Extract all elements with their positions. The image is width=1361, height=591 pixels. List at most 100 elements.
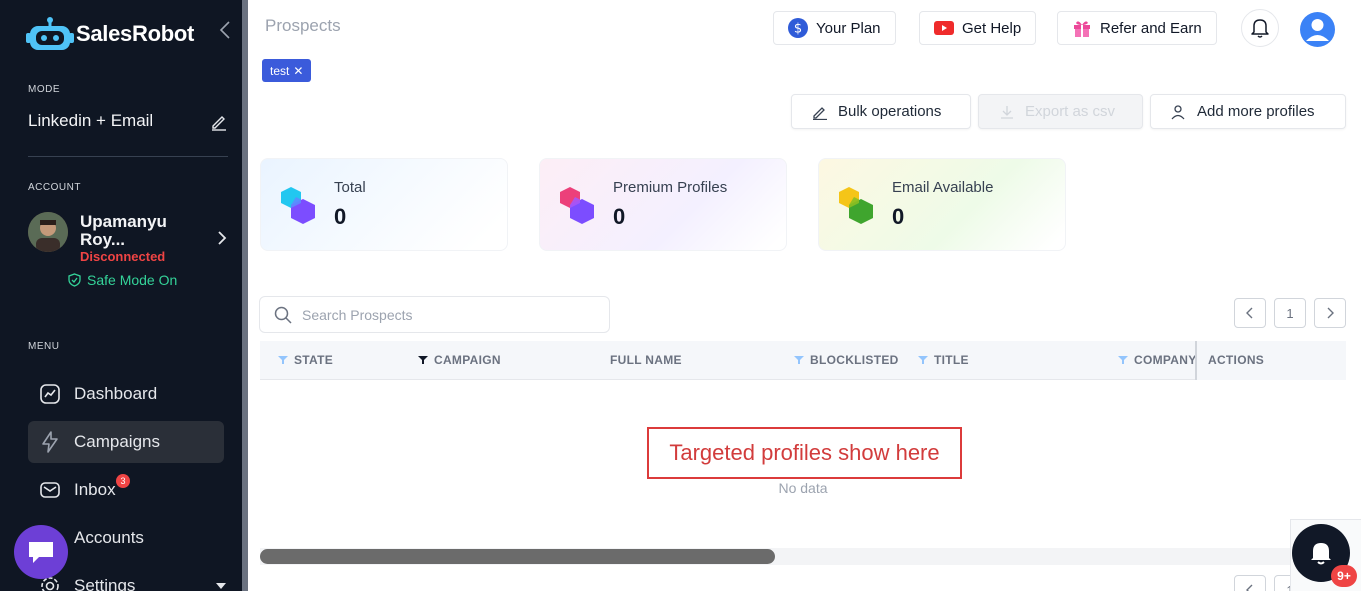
column-header-label: TITLE xyxy=(934,353,969,367)
stat-email-label: Email Available xyxy=(892,179,994,196)
column-header-label: CAMPAIGN xyxy=(434,353,501,367)
pagination-prev-button[interactable] xyxy=(1234,298,1266,328)
your-plan-button[interactable]: $ Your Plan xyxy=(773,11,896,45)
robot-logo-icon xyxy=(26,17,74,50)
user-profile-button[interactable] xyxy=(1300,12,1335,47)
divider xyxy=(28,156,228,157)
stat-total-label: Total xyxy=(334,179,366,196)
sidebar-scrollbar[interactable] xyxy=(242,0,248,591)
hexagon-cubes-icon xyxy=(560,187,594,224)
mail-icon xyxy=(40,482,60,498)
export-csv-button[interactable]: Export as csv xyxy=(978,94,1143,129)
collapse-sidebar-button[interactable] xyxy=(218,20,234,40)
stat-card-total: Total 0 xyxy=(260,158,508,251)
pagination-next-button[interactable] xyxy=(1314,298,1346,328)
your-plan-label: Your Plan xyxy=(816,19,881,37)
chat-support-button[interactable] xyxy=(14,525,68,579)
sidebar-item-dashboard[interactable]: Dashboard xyxy=(28,373,224,415)
filter-tag-label: test xyxy=(270,63,290,78)
sidebar-item-label: Settings xyxy=(74,576,136,591)
stat-premium-label: Premium Profiles xyxy=(613,179,728,196)
mode-value: Linkedin + Email xyxy=(28,111,154,130)
column-header-full-name[interactable]: FULL NAME xyxy=(610,353,682,367)
account-name: Upamanyu Roy... xyxy=(80,212,167,249)
sidebar-scrollbar-thumb[interactable] xyxy=(242,0,248,591)
notification-count-badge: 9+ xyxy=(1331,565,1357,587)
sidebar-item-campaigns[interactable]: Campaigns xyxy=(28,421,224,463)
column-header-label: COMPANY xyxy=(1134,353,1197,367)
add-user-icon xyxy=(1171,104,1185,119)
brand-logo[interactable]: SalesRobot xyxy=(26,16,194,52)
safe-mode-label: Safe Mode On xyxy=(87,272,178,288)
column-header-campaign[interactable]: CAMPAIGN xyxy=(418,353,501,367)
lightning-icon xyxy=(42,431,58,453)
shield-check-icon xyxy=(68,273,81,287)
pagination-page-button[interactable]: 1 xyxy=(1274,298,1306,328)
search-input[interactable] xyxy=(302,306,582,323)
refer-and-earn-button[interactable]: Refer and Earn xyxy=(1057,11,1217,45)
brand-name: SalesRobot xyxy=(76,21,195,46)
annotation-box: Targeted profiles show here xyxy=(647,427,962,479)
sidebar: SalesRobot MODE Linkedin + Email ACCOUNT… xyxy=(0,0,242,591)
chat-bubble-icon xyxy=(29,542,53,563)
column-header-label: ACTIONS xyxy=(1208,353,1265,367)
edit-icon xyxy=(813,106,827,120)
avatar-photo-icon xyxy=(28,212,68,252)
bulk-operations-button[interactable]: Bulk operations xyxy=(791,94,971,129)
stat-card-email: Email Available 0 xyxy=(818,158,1066,251)
filter-tag: test ✕ xyxy=(262,59,312,82)
column-header-state[interactable]: STATE xyxy=(278,353,333,367)
page-title: Prospects xyxy=(265,16,341,35)
search-icon xyxy=(274,306,292,324)
table-header: STATE CAMPAIGN FULL NAME BLOCKLISTED TIT… xyxy=(260,341,1346,380)
menu-section-label: MENU xyxy=(28,341,60,352)
sidebar-item-label: Dashboard xyxy=(74,384,158,403)
gift-icon xyxy=(1074,21,1090,37)
get-help-button[interactable]: Get Help xyxy=(919,11,1037,45)
column-header-title[interactable]: TITLE xyxy=(918,353,969,367)
dollar-icon: $ xyxy=(788,18,808,38)
stat-premium-value: 0 xyxy=(613,204,626,229)
hexagon-cubes-icon xyxy=(839,187,873,224)
bottom-pagination-prev-button[interactable] xyxy=(1234,575,1266,591)
chevron-left-icon xyxy=(1246,307,1253,319)
sidebar-item-label: Inbox xyxy=(74,480,116,499)
user-avatar-icon xyxy=(1306,19,1329,41)
column-header-label: STATE xyxy=(294,353,334,367)
stat-email-value: 0 xyxy=(892,204,905,229)
bell-icon xyxy=(1251,19,1269,38)
table-horizontal-scrollbar[interactable] xyxy=(260,548,1290,565)
remove-filter-close-icon[interactable]: ✕ xyxy=(293,64,303,78)
sidebar-item-label: Accounts xyxy=(74,528,144,547)
column-header-actions: ACTIONS xyxy=(1195,341,1346,380)
add-more-profiles-button[interactable]: Add more profiles xyxy=(1150,94,1346,129)
chevron-left-icon xyxy=(1246,584,1253,591)
add-more-profiles-label: Add more profiles xyxy=(1197,103,1315,120)
account-section-label: ACCOUNT xyxy=(28,182,81,193)
download-icon xyxy=(1001,105,1013,119)
sidebar-item-inbox[interactable]: Inbox 3 xyxy=(28,469,224,511)
edit-mode-icon[interactable] xyxy=(210,113,228,131)
notifications-button[interactable] xyxy=(1241,9,1279,47)
svg-text:$: $ xyxy=(794,22,802,37)
stat-card-premium: Premium Profiles 0 xyxy=(539,158,787,251)
bulk-operations-label: Bulk operations xyxy=(838,103,942,120)
scrollbar-thumb[interactable] xyxy=(260,549,775,564)
filter-icon xyxy=(918,356,928,364)
safe-mode-indicator: Safe Mode On xyxy=(68,272,177,288)
column-header-company[interactable]: COMPANY xyxy=(1118,353,1197,367)
chevron-right-icon xyxy=(1327,307,1334,319)
search-box xyxy=(259,296,610,333)
export-csv-label: Export as csv xyxy=(1025,103,1116,120)
refer-and-earn-label: Refer and Earn xyxy=(1100,19,1202,37)
column-header-label: BLOCKLISTED xyxy=(810,353,899,367)
hexagon-cubes-icon xyxy=(281,187,315,224)
empty-state-text: No data xyxy=(778,480,828,496)
caret-down-icon xyxy=(216,583,226,589)
get-help-label: Get Help xyxy=(962,19,1022,37)
chevron-right-icon[interactable] xyxy=(215,229,229,247)
account-avatar[interactable] xyxy=(28,212,68,252)
column-header-blocklisted[interactable]: BLOCKLISTED xyxy=(794,353,899,367)
annotation-text: Targeted profiles show here xyxy=(669,440,940,465)
youtube-icon xyxy=(934,21,954,35)
